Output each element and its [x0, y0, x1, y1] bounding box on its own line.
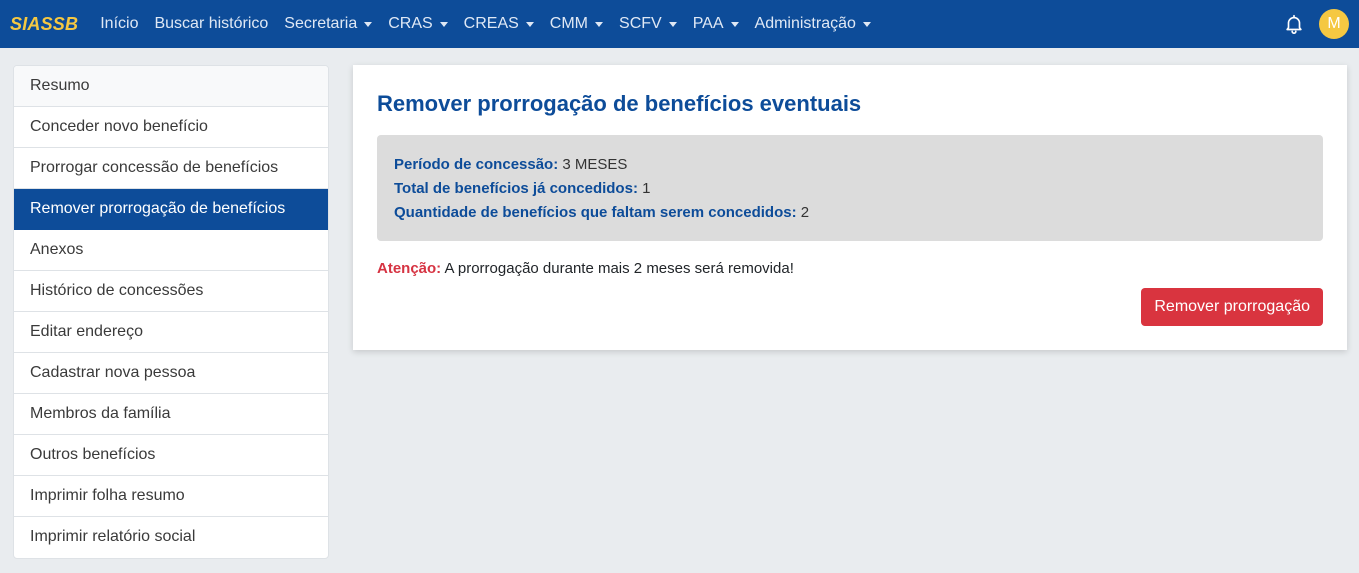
sidebar-menu: Resumo Conceder novo benefício Prorrogar…: [13, 65, 329, 559]
faltam-value: 2: [800, 204, 810, 221]
sidebar-item-imprimir-relatorio-social[interactable]: Imprimir relatório social: [14, 517, 328, 558]
nav-cmm-dropdown[interactable]: CMM: [549, 15, 604, 33]
sidebar-item-cadastrar-nova-pessoa[interactable]: Cadastrar nova pessoa: [14, 353, 328, 394]
caret-down-icon: [668, 22, 677, 27]
sidebar-item-anexos[interactable]: Anexos: [14, 230, 328, 271]
nav-creas-dropdown[interactable]: CREAS: [464, 15, 534, 33]
sidebar-item-resumo[interactable]: Resumo: [14, 66, 328, 107]
nav-buscar-historico-label: Buscar histórico: [154, 15, 269, 32]
caret-down-icon: [439, 22, 448, 27]
bell-icon[interactable]: [1283, 13, 1305, 35]
nav-paa-label: PAA: [692, 15, 724, 32]
sidebar-item-imprimir-folha-resumo[interactable]: Imprimir folha resumo: [14, 476, 328, 517]
nav-inicio[interactable]: Início: [100, 15, 138, 33]
concession-info-box: Período de concessão: 3 MESES Total de b…: [377, 135, 1323, 241]
nav-buscar-historico[interactable]: Buscar histórico: [154, 15, 268, 33]
caret-down-icon: [525, 22, 534, 27]
user-avatar[interactable]: M: [1319, 9, 1349, 39]
caret-down-icon: [730, 22, 739, 27]
total-label: Total de benefícios já concedidos:: [394, 180, 638, 197]
top-navbar: SIASSB Início Buscar histórico Secretari…: [0, 0, 1359, 48]
caret-down-icon: [595, 22, 604, 27]
sidebar-item-membros-familia[interactable]: Membros da família: [14, 394, 328, 435]
sidebar-item-prorrogar-concessao[interactable]: Prorrogar concessão de benefícios: [14, 148, 328, 189]
nav-inicio-label: Início: [100, 15, 139, 32]
total-line: Total de benefícios já concedidos: 1: [394, 177, 1306, 201]
nav-creas-label: CREAS: [463, 15, 519, 32]
periodo-line: Período de concessão: 3 MESES: [394, 153, 1306, 177]
nav-cras-dropdown[interactable]: CRAS: [388, 15, 448, 33]
nav-administracao-dropdown[interactable]: Administração: [755, 15, 871, 33]
sidebar-item-conceder-novo-beneficio[interactable]: Conceder novo benefício: [14, 107, 328, 148]
brand-logo[interactable]: SIASSB: [10, 14, 78, 35]
faltam-label: Quantidade de benefícios que faltam sere…: [394, 204, 797, 221]
total-value: 1: [642, 180, 651, 197]
page-title: Remover prorrogação de benefícios eventu…: [377, 91, 862, 116]
periodo-label: Período de concessão:: [394, 156, 559, 173]
nav-secretaria-label: Secretaria: [284, 15, 358, 32]
warning-label: Atenção:: [377, 260, 442, 277]
sidebar-item-historico-concessoes[interactable]: Histórico de concessões: [14, 271, 328, 312]
nav-paa-dropdown[interactable]: PAA: [693, 15, 739, 33]
remove-extension-button[interactable]: Remover prorrogação: [1141, 288, 1323, 326]
nav-scfv-dropdown[interactable]: SCFV: [619, 15, 677, 33]
warning-message: Atenção: A prorrogação durante mais 2 me…: [377, 260, 1323, 277]
main-card: Remover prorrogação de benefícios eventu…: [353, 65, 1347, 350]
sidebar-item-remover-prorrogacao[interactable]: Remover prorrogação de benefícios: [14, 189, 328, 230]
periodo-value: 3 MESES: [562, 156, 628, 173]
faltam-line: Quantidade de benefícios que faltam sere…: [394, 201, 1306, 225]
nav-cmm-label: CMM: [549, 15, 589, 32]
sidebar-item-outros-beneficios[interactable]: Outros benefícios: [14, 435, 328, 476]
warning-text: A prorrogação durante mais 2 meses será …: [444, 260, 794, 277]
sidebar-item-editar-endereco[interactable]: Editar endereço: [14, 312, 328, 353]
caret-down-icon: [364, 22, 373, 27]
nav-cras-label: CRAS: [388, 15, 433, 32]
nav-administracao-label: Administração: [754, 15, 856, 32]
navbar-right: M: [1283, 0, 1349, 48]
nav-secretaria-dropdown[interactable]: Secretaria: [284, 15, 373, 33]
nav-scfv-label: SCFV: [619, 15, 662, 32]
caret-down-icon: [862, 22, 871, 27]
